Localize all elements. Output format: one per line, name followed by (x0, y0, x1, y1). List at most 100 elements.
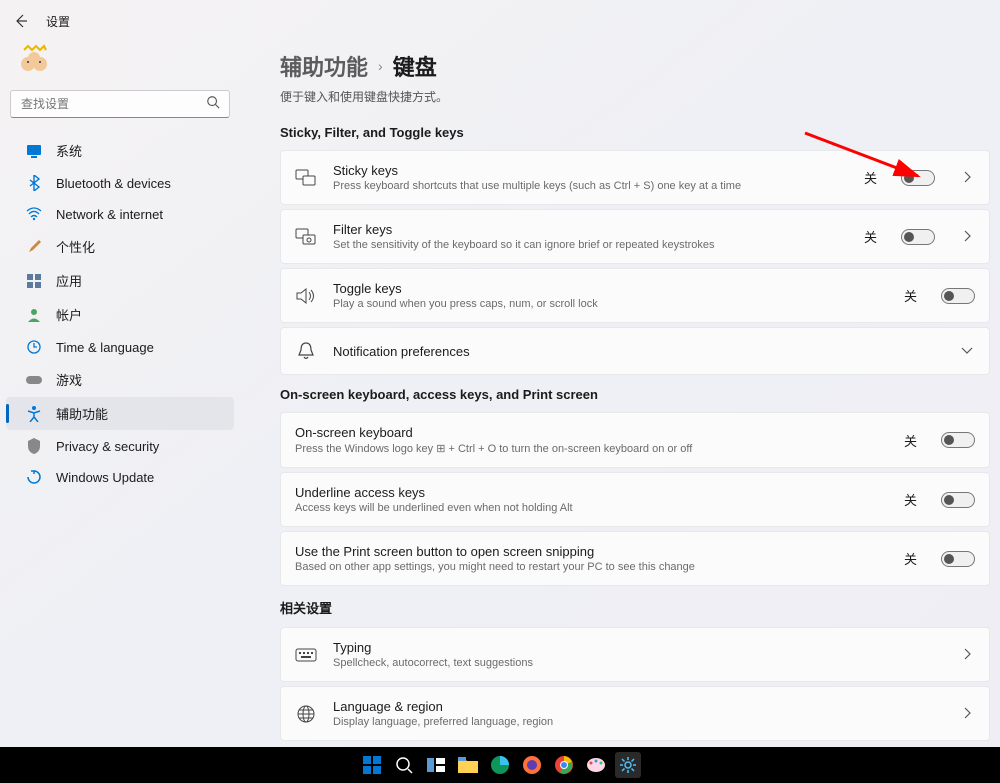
update-icon (26, 469, 42, 485)
toggle-state-label: 关 (904, 431, 917, 450)
toggle-keys-toggle[interactable] (941, 288, 975, 304)
underline-access-keys-card[interactable]: Underline access keys Access keys will b… (280, 472, 990, 527)
file-explorer[interactable] (455, 752, 481, 778)
search-box (10, 90, 230, 118)
card-title: Language & region (333, 699, 935, 714)
breadcrumb-parent[interactable]: 辅助功能 (280, 50, 368, 82)
nav-privacy[interactable]: Privacy & security (6, 431, 234, 461)
nav-label: Privacy & security (56, 439, 159, 454)
app-title: 设置 (46, 13, 70, 30)
card-title: Typing (333, 640, 935, 655)
nav-windows-update[interactable]: Windows Update (6, 462, 234, 492)
account-icon (26, 307, 42, 323)
toggle-state-label: 关 (864, 227, 877, 246)
nav-accounts[interactable]: 帐户 (6, 298, 234, 331)
prtsc-toggle[interactable] (941, 551, 975, 567)
settings-taskbar[interactable] (615, 752, 641, 778)
onscreen-keyboard-card[interactable]: On-screen keyboard Press the Windows log… (280, 412, 990, 468)
nav-label: Time & language (56, 340, 154, 355)
accessibility-icon (26, 406, 42, 422)
underline-toggle[interactable] (941, 492, 975, 508)
card-title: On-screen keyboard (295, 425, 888, 440)
speaker-icon (295, 285, 317, 307)
nav-label: 帐户 (56, 305, 82, 324)
card-title: Filter keys (333, 222, 848, 237)
nav-label: 游戏 (56, 370, 82, 389)
chevron-down-icon (961, 344, 975, 358)
card-desc: Access keys will be underlined even when… (295, 502, 888, 514)
sticky-keys-card[interactable]: Sticky keys Press keyboard shortcuts tha… (280, 150, 990, 205)
osk-toggle[interactable] (941, 432, 975, 448)
clock-icon (26, 339, 42, 355)
breadcrumb-separator: › (378, 58, 383, 74)
nav-label: Windows Update (56, 470, 154, 485)
chevron-right-icon (961, 230, 975, 244)
typing-card[interactable]: Typing Spellcheck, autocorrect, text sug… (280, 627, 990, 682)
filter-keys-toggle[interactable] (901, 229, 935, 245)
card-desc: Press the Windows logo key ⊞ + Ctrl + O … (295, 442, 888, 455)
edge[interactable] (487, 752, 513, 778)
nav-label: Network & internet (56, 207, 163, 222)
keyboard-icon (295, 644, 317, 666)
card-title: Underline access keys (295, 485, 888, 500)
print-screen-card[interactable]: Use the Print screen button to open scre… (280, 531, 990, 586)
bell-icon (295, 340, 317, 362)
sidebar: 系统 Bluetooth & devices Network & interne… (0, 30, 250, 743)
user-avatar[interactable] (18, 42, 52, 76)
breadcrumb: 辅助功能 › 键盘 (280, 50, 990, 82)
sticky-keys-toggle[interactable] (901, 170, 935, 186)
apps-icon (26, 273, 42, 289)
search-icon (206, 95, 222, 111)
nav-label: 系统 (56, 141, 82, 160)
back-button[interactable] (12, 12, 30, 30)
card-desc: Play a sound when you press caps, num, o… (333, 298, 888, 310)
toggle-state-label: 关 (864, 168, 877, 187)
shield-icon (26, 438, 42, 454)
globe-icon (295, 703, 317, 725)
gaming-icon (26, 372, 42, 388)
nav-label: 辅助功能 (56, 404, 108, 423)
toggle-state-label: 关 (904, 286, 917, 305)
paint[interactable] (583, 752, 609, 778)
search-input[interactable] (10, 90, 230, 118)
chevron-right-icon (961, 171, 975, 185)
main-content: 辅助功能 › 键盘 便于键入和使用键盘快捷方式。 Sticky, Filter,… (250, 30, 1000, 743)
card-desc: Set the sensitivity of the keyboard so i… (333, 239, 848, 251)
nav-apps[interactable]: 应用 (6, 264, 234, 297)
task-view[interactable] (423, 752, 449, 778)
card-desc: Based on other app settings, you might n… (295, 561, 888, 573)
section-related-header: 相关设置 (280, 598, 990, 617)
card-title: Notification preferences (333, 344, 935, 359)
card-desc: Display language, preferred language, re… (333, 716, 935, 728)
nav-label: 应用 (56, 271, 82, 290)
chevron-right-icon (961, 648, 975, 662)
nav-personalization[interactable]: 个性化 (6, 230, 234, 263)
notification-preferences-card[interactable]: Notification preferences (280, 327, 990, 375)
filter-keys-card[interactable]: Filter keys Set the sensitivity of the k… (280, 209, 990, 264)
system-icon (26, 143, 42, 159)
filter-keys-icon (295, 226, 317, 248)
card-title: Use the Print screen button to open scre… (295, 544, 888, 559)
chevron-right-icon (961, 707, 975, 721)
nav-bluetooth[interactable]: Bluetooth & devices (6, 168, 234, 198)
card-desc: Press keyboard shortcuts that use multip… (333, 180, 848, 192)
wifi-icon (26, 206, 42, 222)
nav-network[interactable]: Network & internet (6, 199, 234, 229)
brush-icon (26, 239, 42, 255)
nav-accessibility[interactable]: 辅助功能 (6, 397, 234, 430)
search-taskbar[interactable] (391, 752, 417, 778)
card-title: Sticky keys (333, 163, 848, 178)
card-desc: Spellcheck, autocorrect, text suggestion… (333, 657, 935, 669)
firefox[interactable] (519, 752, 545, 778)
toggle-keys-card[interactable]: Toggle keys Play a sound when you press … (280, 268, 990, 323)
bluetooth-icon (26, 175, 42, 191)
breadcrumb-child: 键盘 (393, 50, 437, 82)
start-button[interactable] (359, 752, 385, 778)
nav-system[interactable]: 系统 (6, 134, 234, 167)
nav-gaming[interactable]: 游戏 (6, 363, 234, 396)
language-region-card[interactable]: Language & region Display language, pref… (280, 686, 990, 741)
chrome[interactable] (551, 752, 577, 778)
nav-time-language[interactable]: Time & language (6, 332, 234, 362)
card-title: Toggle keys (333, 281, 888, 296)
toggle-state-label: 关 (904, 549, 917, 568)
